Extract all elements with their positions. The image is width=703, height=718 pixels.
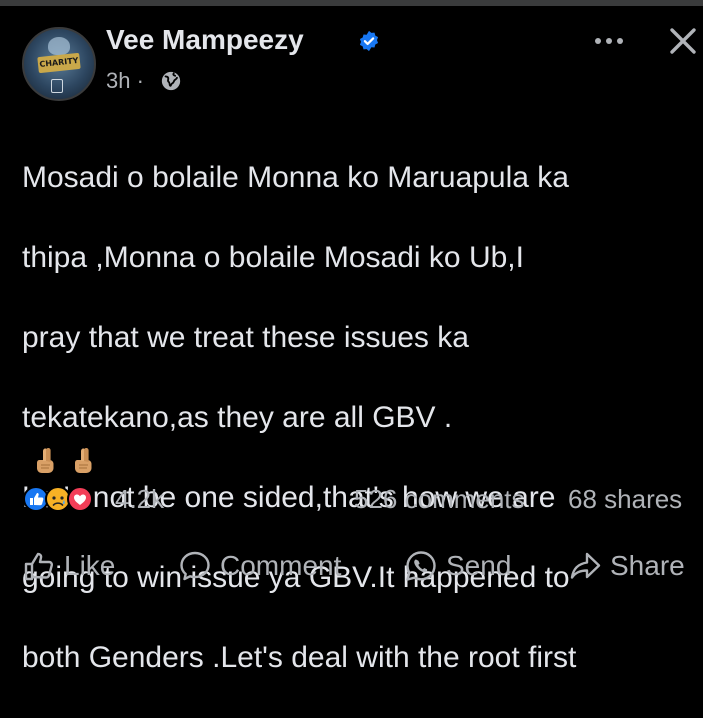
post-line: thipa ,Monna o bolaile Mosadi ko Ub,I (22, 241, 524, 274)
globe-icon (161, 71, 181, 91)
share-arrow-icon (570, 552, 601, 579)
post-line: tekatekano,as they are all GBV . (22, 401, 453, 434)
like-reaction-icon (23, 486, 49, 512)
comments-count[interactable]: 526 comments (354, 484, 525, 515)
avatar-badge: CHARITY (37, 52, 81, 74)
reaction-icons[interactable] (22, 484, 112, 514)
reaction-count[interactable]: 4.2k (115, 484, 164, 515)
avatar-logo (51, 79, 63, 93)
love-reaction-icon (67, 486, 93, 512)
fingers-crossed-emoji-icon (37, 448, 54, 473)
post-line: pray that we treat these issues ka (22, 321, 469, 354)
verified-badge-icon (359, 30, 379, 52)
shares-count[interactable]: 68 shares (568, 484, 682, 515)
whatsapp-icon (406, 551, 436, 581)
post-line: Mosadi o bolaile Monna ko Maruapula ka (22, 161, 569, 194)
like-button[interactable]: Like (22, 548, 115, 584)
post-time[interactable]: 3h · (106, 68, 144, 94)
send-button[interactable]: Send (404, 548, 511, 584)
author-name[interactable]: Vee Mampeezy (106, 24, 304, 56)
share-label: Share (610, 550, 685, 581)
sad-reaction-icon (45, 486, 71, 512)
comment-bubble-icon (180, 551, 210, 581)
share-button[interactable]: Share (568, 548, 685, 584)
comment-button[interactable]: Comment (178, 548, 341, 584)
comment-label: Comment (220, 550, 342, 581)
meta-separator: · (136, 68, 144, 93)
send-label: Send (446, 550, 512, 581)
close-icon[interactable] (668, 26, 698, 56)
fingers-crossed-emoji-icon (75, 448, 92, 473)
avatar-figure (48, 37, 70, 55)
thumbs-up-icon (24, 552, 54, 581)
post-body: Mosadi o bolaile Monna ko Maruapula ka t… (22, 118, 697, 718)
top-divider (0, 0, 703, 6)
timestamp: 3h (106, 68, 131, 93)
avatar[interactable]: CHARITY (22, 27, 96, 101)
post-line: both Genders .Let's deal with the root f… (22, 641, 577, 674)
like-label: Like (64, 550, 116, 581)
more-options-icon[interactable] (592, 28, 626, 54)
